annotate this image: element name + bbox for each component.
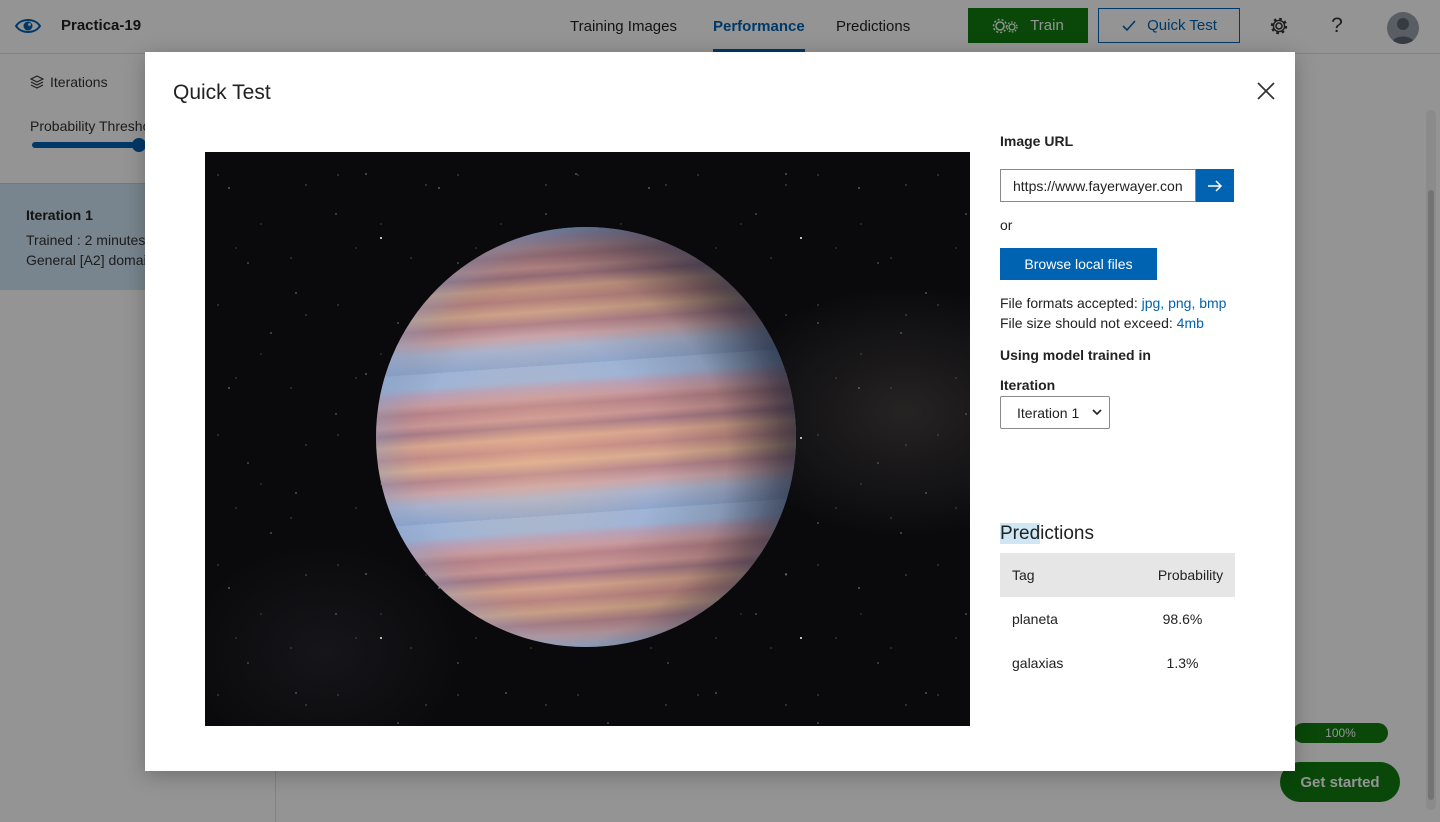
file-formats-link[interactable]: jpg, png, bmp: [1142, 295, 1227, 311]
file-size-label: File size should not exceed:: [1000, 315, 1173, 331]
quick-test-dialog: Quick Test Image URL or Browse local fil…: [145, 52, 1295, 771]
table-row: planeta 98.6%: [1000, 597, 1235, 641]
probability-cell: 98.6%: [1162, 611, 1203, 627]
probability-cell: 1.3%: [1166, 655, 1199, 671]
file-size-value[interactable]: 4mb: [1177, 315, 1204, 331]
column-probability: Probability: [1157, 567, 1224, 583]
file-formats-info: File formats accepted: jpg, png, bmp: [1000, 295, 1226, 311]
predictions-title-selected: Pred: [1000, 523, 1041, 544]
iteration-select-value: Iteration 1: [1017, 404, 1080, 421]
tag-cell: galaxias: [1012, 655, 1064, 671]
iteration-select[interactable]: Iteration 1: [1000, 396, 1110, 429]
planet-rim-light: [376, 227, 796, 647]
table-row: galaxias 1.3%: [1000, 641, 1235, 685]
close-icon[interactable]: [1255, 80, 1277, 102]
browse-local-files-button[interactable]: Browse local files: [1000, 248, 1157, 280]
test-image-preview: [205, 152, 970, 726]
iteration-label: Iteration: [1000, 377, 1056, 393]
model-label: Using model trained in: [1000, 347, 1151, 363]
image-url-label: Image URL: [1000, 133, 1074, 149]
or-label: or: [1000, 217, 1013, 233]
predictions-table: Tag Probability planeta 98.6% galaxias 1…: [1000, 553, 1235, 685]
file-formats-label: File formats accepted:: [1000, 295, 1138, 311]
submit-url-button[interactable]: [1196, 169, 1234, 202]
tag-cell: planeta: [1012, 611, 1058, 627]
arrow-right-icon: [1208, 179, 1223, 192]
image-url-input[interactable]: [1000, 169, 1196, 202]
dialog-title: Quick Test: [173, 81, 271, 104]
column-tag: Tag: [1012, 567, 1035, 583]
predictions-title-rest: ictions: [1040, 523, 1094, 544]
chevron-down-icon: [1092, 409, 1102, 416]
table-header: Tag Probability: [1000, 553, 1235, 597]
file-size-info: File size should not exceed: 4mb: [1000, 315, 1204, 331]
predictions-title: Predictions: [1000, 523, 1094, 545]
